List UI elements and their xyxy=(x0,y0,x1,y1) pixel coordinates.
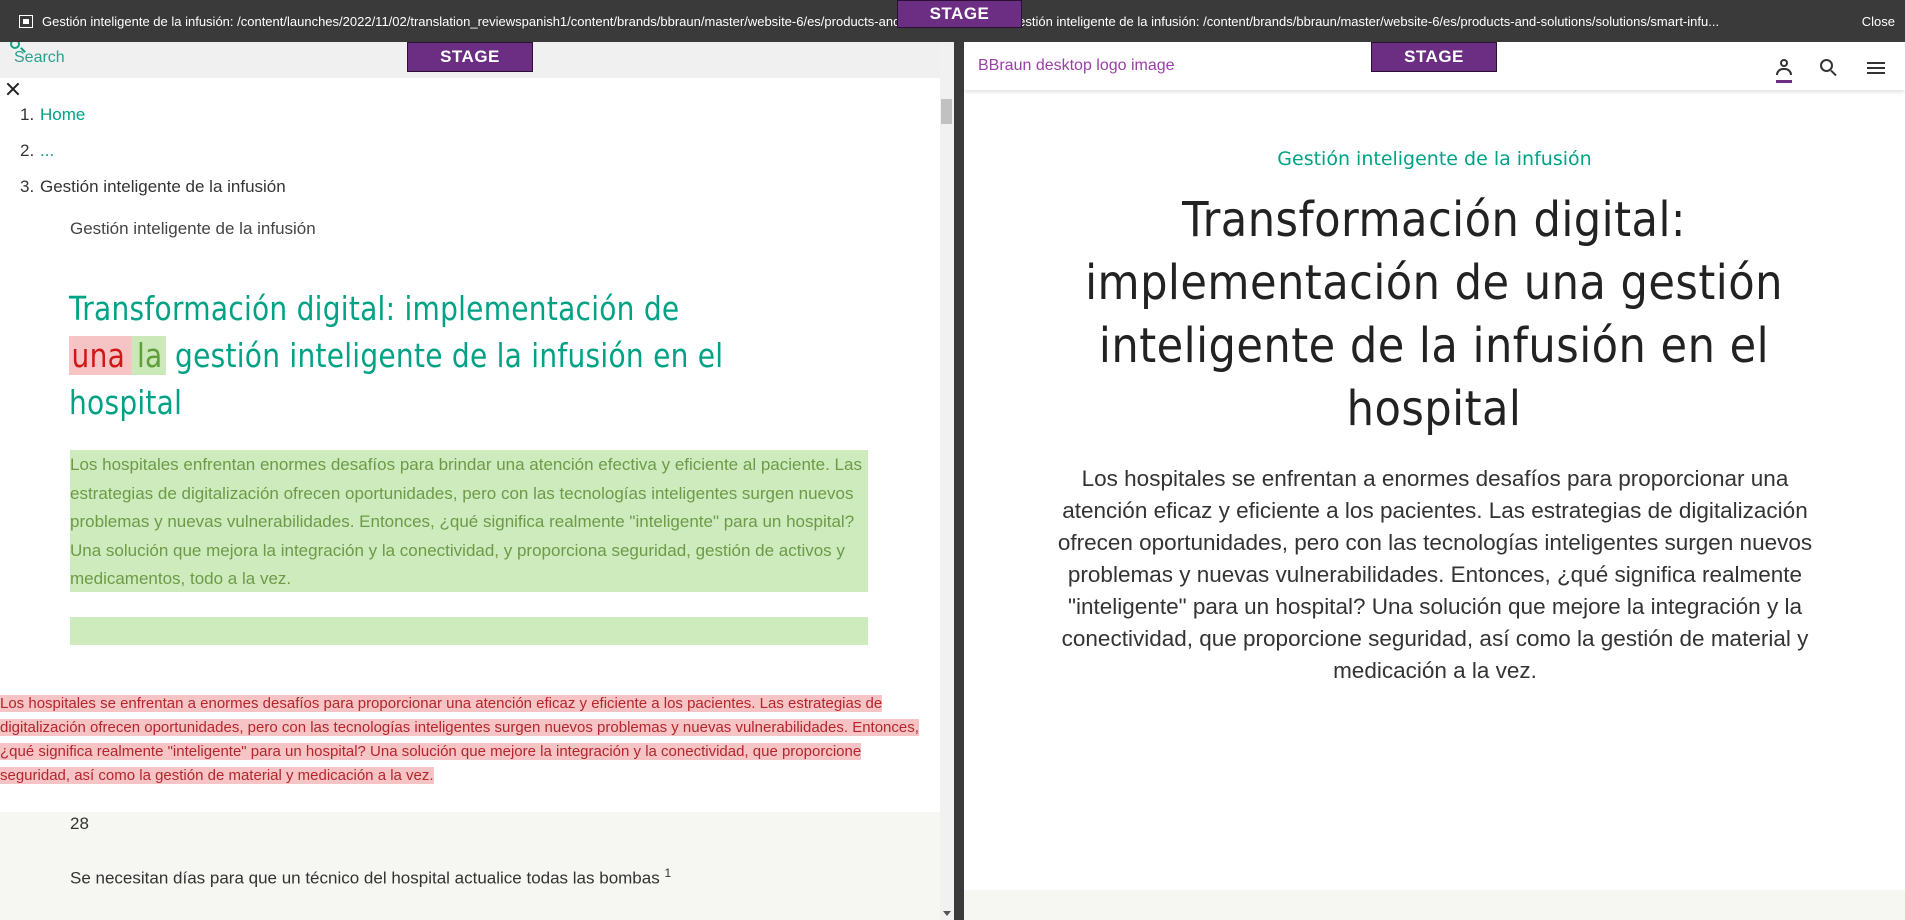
next-section-strip xyxy=(964,890,1905,920)
intro-paragraph: Los hospitales se enfrentan a enormes de… xyxy=(1057,466,1813,683)
inserted-word: la xyxy=(131,336,166,375)
search-icon[interactable] xyxy=(1817,57,1839,79)
right-preview-pane: BBraun desktop logo image STAGE Gestión … xyxy=(964,42,1905,920)
eyebrow-text: Gestión inteligente de la infusión xyxy=(1277,148,1592,170)
breadcrumb-link-home[interactable]: Home xyxy=(40,105,85,124)
page-headline: Transformación digital: implementación d… xyxy=(1085,192,1783,437)
left-diff-pane: STAGE 1.Home 2.... 3.Gestión inteligente… xyxy=(0,42,940,920)
stat-value: 28 xyxy=(70,814,89,833)
deleted-paragraph: Los hospitales se enfrentan a enormes de… xyxy=(0,695,919,784)
stat-description: Se necesitan días para que un técnico de… xyxy=(70,866,672,888)
close-icon[interactable] xyxy=(4,80,22,98)
left-page-title: Gestión inteligente de la infusión: /con… xyxy=(42,14,897,29)
scroll-down-arrow-icon[interactable] xyxy=(943,911,951,916)
stage-badge-right: STAGE xyxy=(1371,42,1497,72)
user-active-indicator xyxy=(1776,80,1792,83)
stats-section: 28 Se necesitan días para que un técnico… xyxy=(0,812,940,920)
pane-divider[interactable] xyxy=(954,42,964,920)
breadcrumb-current: Gestión inteligente de la infusión xyxy=(40,177,286,196)
breadcrumb: 1. Home 2.... 3. Gestión inteligente de la… xyxy=(20,105,286,213)
deleted-word: una xyxy=(69,336,132,375)
user-icon[interactable] xyxy=(1773,57,1795,79)
inserted-empty-block xyxy=(70,617,868,645)
page-headline-diff: Transformación digital: implementación d… xyxy=(69,289,724,422)
left-scrollbar[interactable] xyxy=(940,42,954,920)
search-input[interactable] xyxy=(14,48,314,68)
breadcrumb-link-ellipsis[interactable]: ... xyxy=(40,141,54,160)
stage-badge-top: STAGE xyxy=(897,0,1022,28)
breadcrumb-item-current: 3. Gestión inteligente de la infusión xyxy=(20,177,286,196)
scrollbar-thumb[interactable] xyxy=(941,99,952,124)
site-logo[interactable]: BBraun desktop logo image xyxy=(978,54,1178,78)
eyebrow-text: Gestión inteligente de la infusión xyxy=(70,219,316,238)
stage-badge-left: STAGE xyxy=(407,42,533,72)
breadcrumb-item-home: 1. Home xyxy=(20,105,86,124)
page-icon xyxy=(19,15,33,28)
right-page-title: Gestión inteligente de la infusión: /con… xyxy=(1008,14,1720,29)
inserted-paragraph: Los hospitales enfrentan enormes desafío… xyxy=(70,450,868,592)
menu-icon[interactable] xyxy=(1865,57,1887,79)
close-button[interactable]: Close xyxy=(1862,14,1895,29)
breadcrumb-item-ellipsis: 2.... xyxy=(20,141,55,160)
